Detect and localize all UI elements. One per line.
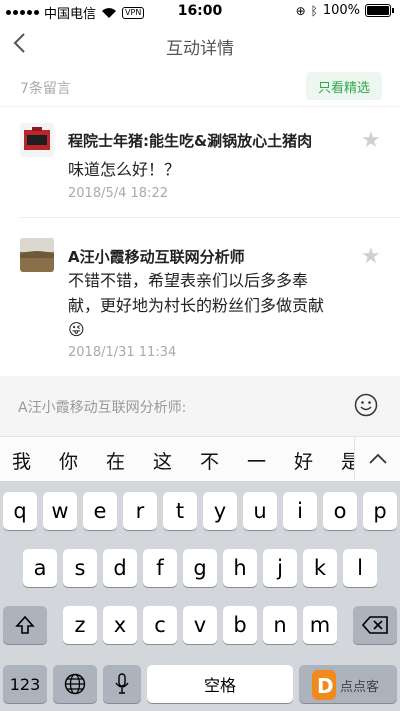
key-l[interactable]: l: [343, 549, 377, 587]
avatar[interactable]: [20, 238, 54, 272]
key-w[interactable]: w: [43, 492, 77, 530]
space-key[interactable]: 空格: [147, 665, 293, 703]
avatar-image: [20, 238, 54, 272]
avatar[interactable]: [20, 123, 54, 157]
star-icon[interactable]: ★: [361, 246, 383, 268]
globe-key[interactable]: [53, 665, 97, 703]
candidate-word[interactable]: 你: [59, 447, 78, 474]
avatar-image: [20, 123, 54, 157]
key-y[interactable]: y: [203, 492, 237, 530]
comment-author: 程院士年猪:能生吃&涮锅放心土猪肉: [68, 132, 313, 150]
bluetooth-icon: ᛒ: [310, 3, 318, 18]
key-h[interactable]: h: [223, 549, 257, 587]
key-u[interactable]: u: [243, 492, 277, 530]
key-e[interactable]: e: [83, 492, 117, 530]
key-b[interactable]: b: [223, 606, 257, 644]
emoji-button[interactable]: [354, 393, 378, 417]
shift-icon: [15, 615, 35, 634]
key-d[interactable]: d: [103, 549, 137, 587]
comment-text-line: 不错不错，希望表亲们以后多多奉: [68, 271, 309, 290]
key-z[interactable]: z: [63, 606, 97, 644]
key-j[interactable]: j: [263, 549, 297, 587]
key-c[interactable]: c: [143, 606, 177, 644]
comment-count: 7条留言: [20, 81, 71, 97]
key-r[interactable]: r: [123, 492, 157, 530]
chevron-up-icon: [369, 453, 387, 464]
candidate-expand-button[interactable]: [354, 437, 400, 480]
svg-text:点点客: 点点客: [340, 679, 379, 695]
key-x[interactable]: x: [103, 606, 137, 644]
page-title: 互动详情: [166, 39, 234, 59]
comment-text-line: 献，更好地为村长的粉丝们多做贡献: [68, 296, 325, 315]
key-o[interactable]: o: [323, 492, 357, 530]
watermark-logo: D 点点客: [312, 666, 392, 706]
comment-author: A汪小霞移动互联网分析师: [68, 248, 245, 266]
svg-text:D: D: [317, 674, 334, 698]
key-p[interactable]: p: [363, 492, 397, 530]
key-g[interactable]: g: [183, 549, 217, 587]
comment-text: 味道怎么好！？: [68, 160, 181, 179]
comment-time: 2018/5/4 18:22: [68, 186, 168, 201]
key-t[interactable]: t: [163, 492, 197, 530]
key-k[interactable]: k: [303, 549, 337, 587]
comment-time: 2018/1/31 11:34: [68, 345, 177, 360]
battery-percent: 100%: [322, 3, 360, 18]
key-n[interactable]: n: [263, 606, 297, 644]
candidate-word[interactable]: 不: [200, 447, 219, 474]
divider: [20, 217, 400, 218]
battery-icon: [365, 4, 391, 17]
rotation-lock-icon: ⊕: [295, 3, 306, 18]
wink-emoji: 😜: [68, 320, 85, 339]
microphone-icon: [115, 673, 129, 694]
divider: [0, 106, 400, 107]
candidate-word[interactable]: 好: [294, 447, 313, 474]
delete-icon: [362, 616, 388, 634]
smiley-icon: [354, 393, 378, 417]
status-bar: 中国电信 VPN 16:00 ⊕ ᛒ 100%: [0, 0, 400, 22]
key-i[interactable]: i: [283, 492, 317, 530]
key-q[interactable]: q: [3, 492, 37, 530]
globe-icon: [64, 673, 86, 695]
shift-key[interactable]: [3, 606, 47, 644]
key-v[interactable]: v: [183, 606, 217, 644]
numbers-key[interactable]: 123: [3, 665, 47, 703]
key-m[interactable]: m: [303, 606, 337, 644]
featured-only-button[interactable]: 只看精选: [306, 72, 382, 100]
status-right: ⊕ ᛒ 100%: [296, 3, 394, 18]
key-s[interactable]: s: [63, 549, 97, 587]
candidate-word[interactable]: 在: [106, 447, 125, 474]
reply-input[interactable]: A汪小霞移动互联网分析师:: [18, 397, 186, 417]
key-f[interactable]: f: [143, 549, 177, 587]
key-a[interactable]: a: [23, 549, 57, 587]
microphone-key[interactable]: [103, 665, 141, 703]
candidate-word[interactable]: 这: [153, 447, 172, 474]
candidate-word[interactable]: 我: [12, 447, 31, 474]
candidate-word[interactable]: 一: [247, 447, 266, 474]
delete-key[interactable]: [353, 606, 397, 644]
star-icon[interactable]: ★: [361, 130, 383, 152]
